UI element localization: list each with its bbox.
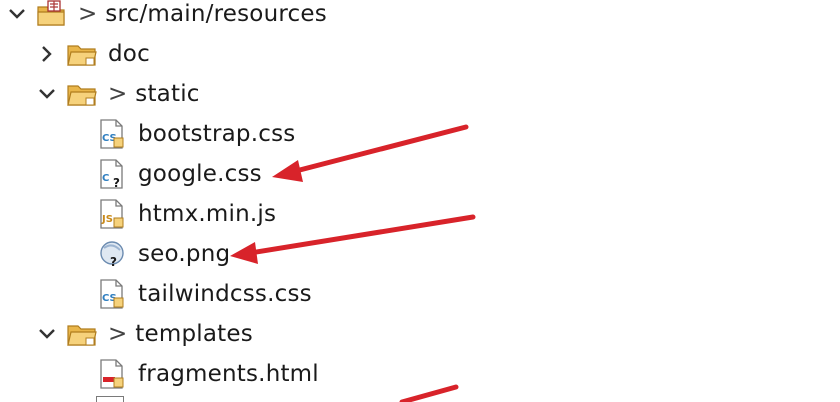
folder-icon: [66, 318, 98, 350]
project-explorer-tree: > src/main/resources doc > static CS boo…: [0, 0, 840, 402]
tree-row-label: bootstrap.css: [138, 121, 296, 147]
unknown-file-icon: ?: [96, 238, 128, 270]
tree-row-label: tailwindcss.css: [138, 281, 312, 307]
package-prefix: >: [78, 1, 98, 27]
chevron-down-icon[interactable]: [34, 74, 60, 114]
folder-icon: [66, 78, 98, 110]
tree-row-label: seo.png: [138, 241, 231, 267]
source-folder-icon: [36, 0, 68, 30]
tree-row-doc[interactable]: doc: [34, 34, 150, 74]
tree-row-htmx-min-js[interactable]: JS htmx.min.js: [96, 194, 276, 234]
tree-row-label: doc: [108, 41, 150, 67]
tree-row-templates[interactable]: > templates: [34, 314, 253, 354]
folder-prefix: >: [108, 81, 128, 107]
tree-row-label: fragments.html: [138, 361, 319, 387]
tree-row-fragments-html[interactable]: fragments.html: [96, 354, 319, 394]
svg-text:?: ?: [113, 176, 120, 190]
svg-text:?: ?: [110, 255, 117, 268]
tree-row-tailwindcss-css[interactable]: CS tailwindcss.css: [96, 274, 312, 314]
css-file-icon: CS: [96, 118, 128, 150]
folder-icon: [66, 38, 98, 70]
tree-row-label: static: [135, 81, 200, 107]
tree-row-google-css[interactable]: C ? google.css: [96, 154, 262, 194]
tree-row-static[interactable]: > static: [34, 74, 200, 114]
css-file-icon: CS: [96, 278, 128, 310]
chevron-down-icon[interactable]: [4, 0, 30, 34]
chevron-down-icon[interactable]: [34, 314, 60, 354]
tree-row-label: src/main/resources: [105, 1, 327, 27]
tree-row-label: htmx.min.js: [138, 201, 277, 227]
tree-row-bootstrap-css[interactable]: CS bootstrap.css: [96, 114, 295, 154]
tree-row-partial: [96, 396, 124, 402]
svg-text:C: C: [102, 173, 109, 184]
chevron-right-icon[interactable]: [34, 34, 60, 74]
tree-row-root[interactable]: > src/main/resources: [4, 0, 327, 34]
tree-row-label: templates: [135, 321, 253, 347]
js-file-icon: JS: [96, 198, 128, 230]
html-file-icon: [96, 358, 128, 390]
css-file-unknown-icon: C ?: [96, 158, 128, 190]
tree-row-seo-png[interactable]: ? seo.png: [96, 234, 230, 274]
svg-text:JS: JS: [101, 214, 113, 225]
folder-prefix: >: [108, 321, 128, 347]
tree-row-label: google.css: [138, 161, 262, 187]
